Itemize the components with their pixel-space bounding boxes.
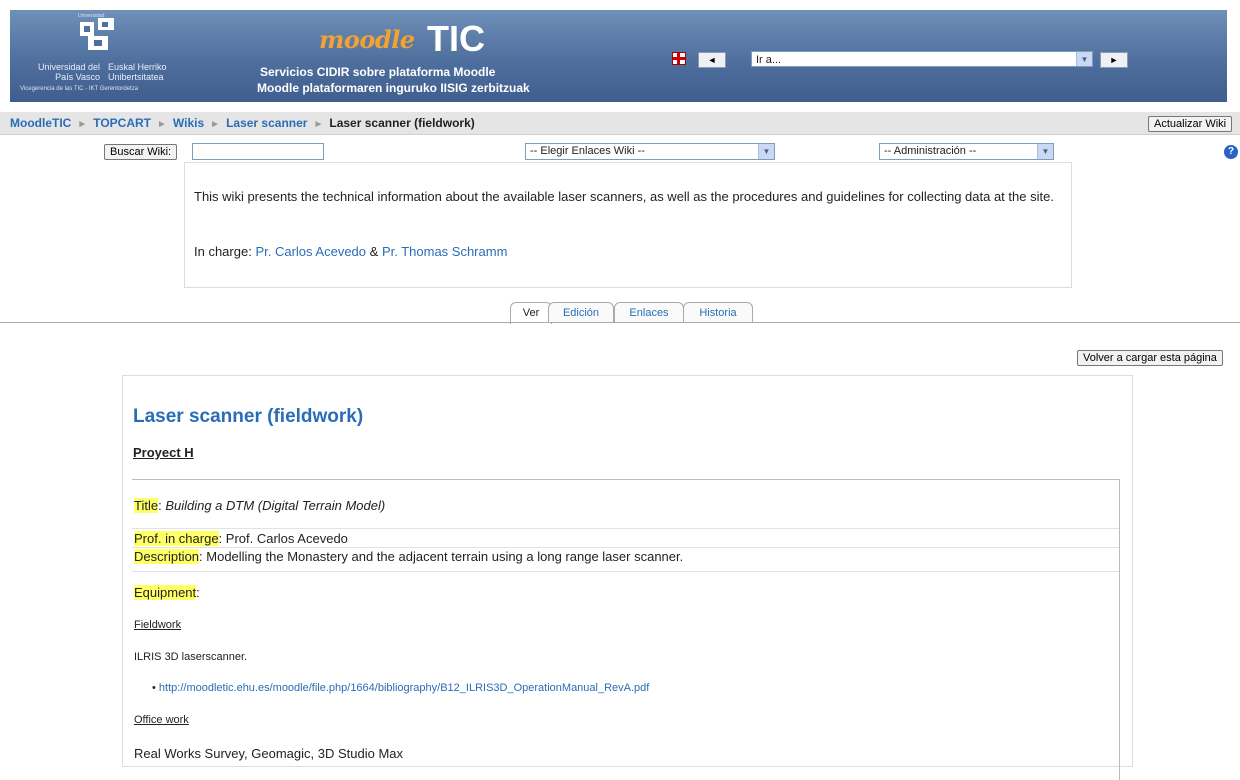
title-value: Building a DTM (Digital Terrain Model) [165,498,386,513]
project-heading: Proyect H [133,445,194,460]
project-details-table: Title: Building a DTM (Digital Terrain M… [132,479,1120,780]
university-name-eu: Euskal Herriko Unibertsitatea [108,62,167,82]
moodle-logo-text: moodle [319,25,415,54]
in-charge-line: In charge: Pr. Carlos Acevedo & Pr. Thom… [194,244,507,259]
university-logo[interactable]: Universidad Universidad del País Vasco E… [20,12,180,100]
tab-enlaces[interactable]: Enlaces [614,302,684,323]
breadcrumb-separator-icon: ► [157,119,167,130]
goto-select-value: Ir a... [756,54,782,66]
chevron-down-icon: ▼ [758,144,774,159]
help-icon[interactable]: ? [1224,145,1238,159]
prof-row: Prof. in charge: Prof. Carlos Acevedo [134,531,348,546]
site-header: Universidad Universidad del País Vasco E… [10,10,1227,102]
person-link-schramm[interactable]: Pr. Thomas Schramm [382,244,507,259]
equipment-row: Equipment: [134,585,200,600]
breadcrumb-separator-icon: ► [313,119,324,130]
moodletic-logo[interactable]: moodle TIC [319,18,549,59]
site-subtitle-es: Servicios CIDIR sobre plataforma Moodle [260,65,496,79]
breadcrumb-separator-icon: ► [210,119,221,130]
navbar: MoodleTIC ► TOPCART ► Wikis ► Laser scanner ► La… [0,112,1240,135]
software-text: Real Works Survey, Geomagic, 3D Studio M… [134,746,404,761]
equipment-label: Equipment [134,585,197,600]
breadcrumb-current: Laser scanner (fieldwork) [329,116,475,130]
prof-value: Prof. Carlos Acevedo [225,531,348,546]
vicerrectorado-text: Vicegerencia de las TIC - IKT Gerentorde… [20,86,139,92]
administration-select[interactable]: -- Administración -- ▼ [879,143,1054,160]
chevron-down-icon: ▼ [1076,52,1092,66]
wiki-summary-text: This wiki presents the technical informa… [194,189,1054,204]
ilris-text: ILRIS 3D laserscanner. [134,651,248,663]
tab-edicion[interactable]: Edición [548,302,614,323]
wiki-summary-box: This wiki presents the technical informa… [184,162,1072,288]
administration-select-value: -- Administración -- [884,145,977,157]
previous-activity-button[interactable]: ◄ [698,52,726,68]
title-label: Title [134,498,159,513]
breadcrumb-link-laser-scanner[interactable]: Laser scanner [226,116,307,130]
tab-ver[interactable]: Ver [510,302,552,324]
row-divider [132,528,1119,529]
breadcrumb-separator-icon: ► [77,119,88,130]
chevron-down-icon: ▼ [1037,144,1053,159]
tic-logo-text: TIC [427,18,485,59]
search-wiki-button[interactable]: Buscar Wiki: [104,144,178,160]
row-divider [132,547,1119,548]
site-subtitle-eu: Moodle plataformaren inguruko IISIG zerb… [257,81,530,95]
manual-pdf-link[interactable]: http://moodletic.ehu.es/moodle/file.php/… [159,682,649,694]
wiki-links-select[interactable]: -- Elegir Enlaces Wiki -- ▼ [525,143,775,160]
description-row: Description: Modelling the Monastery and… [134,549,684,564]
university-emblem-icon [80,18,114,50]
page-title: Laser scanner (fieldwork) [133,406,364,427]
search-wiki-input[interactable] [192,143,324,160]
tabs-divider [0,322,1240,323]
breadcrumb: MoodleTIC ► TOPCART ► Wikis ► Laser scanner ► La… [10,116,475,130]
language-flag-icon[interactable] [672,52,686,65]
office-work-heading: Office work [134,714,189,726]
tab-historia[interactable]: Historia [683,302,753,323]
goto-activity-select[interactable]: Ir a... ▼ [751,51,1093,67]
prof-label: Prof. in charge [134,531,219,546]
ampersand: & [369,244,379,259]
bullet-icon: • [152,682,156,694]
update-wiki-button[interactable]: Actualizar Wiki [1148,116,1233,132]
description-value: Modelling the Monastery and the adjacent… [206,549,684,564]
reload-page-button[interactable]: Volver a cargar esta página [1077,350,1223,366]
in-charge-label: In charge: [194,244,252,259]
person-link-acevedo[interactable]: Pr. Carlos Acevedo [255,244,366,259]
next-activity-button[interactable]: ► [1100,52,1128,68]
wiki-content: Laser scanner (fieldwork) Proyect H Titl… [122,375,1133,780]
fieldwork-heading: Fieldwork [134,619,182,631]
row-divider [132,571,1119,572]
wiki-links-select-value: -- Elegir Enlaces Wiki -- [530,145,645,157]
university-name-es: Universidad del País Vasco [37,62,100,82]
title-row: Title: Building a DTM (Digital Terrain M… [134,498,386,513]
breadcrumb-link-topcart[interactable]: TOPCART [93,116,151,130]
description-label: Description [134,549,200,564]
manual-list-item: • http://moodletic.ehu.es/moodle/file.ph… [152,682,649,694]
breadcrumb-link-moodletic[interactable]: MoodleTIC [10,116,71,130]
breadcrumb-link-wikis[interactable]: Wikis [173,116,204,130]
